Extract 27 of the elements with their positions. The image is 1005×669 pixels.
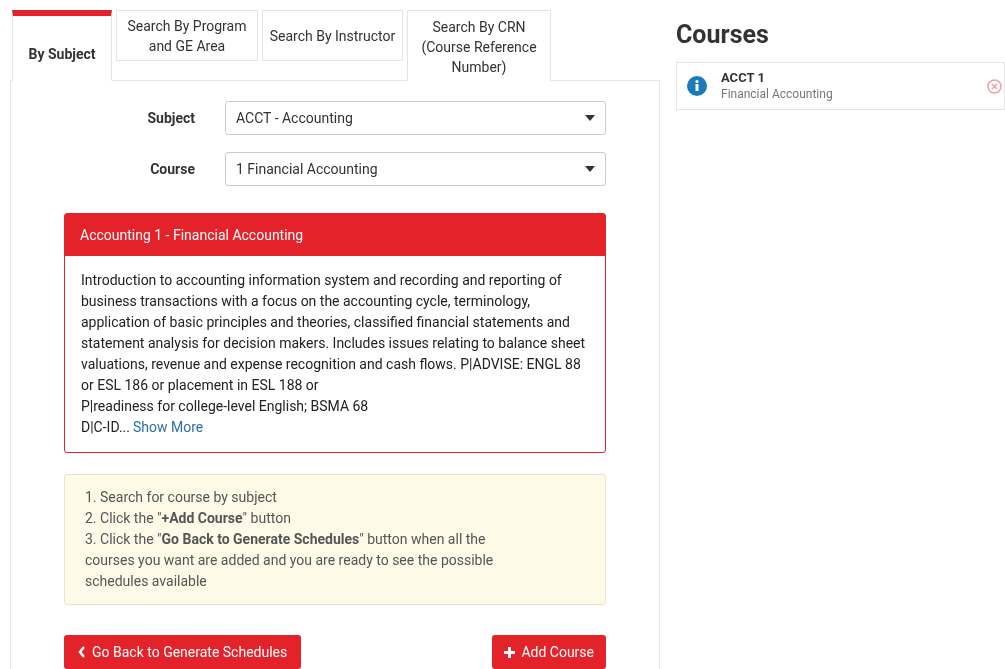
description-text: D|C-ID... xyxy=(81,418,130,437)
select-field[interactable]: ACCT - Accounting xyxy=(225,101,606,135)
tab[interactable]: Search By Program and GE Area xyxy=(116,10,258,61)
field-label: Subject xyxy=(146,108,196,128)
remove-icon[interactable] xyxy=(987,78,1002,94)
show-more-link[interactable]: Show More xyxy=(132,417,204,438)
description-text: Introduction to accounting information system and recording and reporting of business transactions with a focus on the accounting cycle, terminology, application of basic principles and theories, classified financial statements and statement analysis for decision makers. Includes issues relating to balance sheet valuations, revenue and expense recognition and cash flows. P|ADVISE: ENGL 88 or ESL 186 or placement in ESL 188 or xyxy=(81,271,587,395)
instruction-text: 1. Search for course by subject xyxy=(85,488,278,507)
instruction-text: 3. Click the "Go Back to Generate Schedules" button when all the courses you want are added and you are ready to see the possible schedules available xyxy=(85,530,495,591)
caret-icon xyxy=(585,166,595,172)
tab[interactable]: Search By CRN (Course Reference Number) xyxy=(407,10,551,81)
plus-icon xyxy=(504,646,516,658)
add-course-button[interactable]: Add Course xyxy=(492,635,606,669)
field-label: Course xyxy=(149,159,196,179)
select-field[interactable]: 1 Financial Accounting xyxy=(225,152,606,186)
course-code: ACCT 1 xyxy=(721,70,766,86)
caret-icon xyxy=(585,115,595,121)
chevron-left-icon xyxy=(78,646,86,658)
instruction-text: 2. Click the "+Add Course" button xyxy=(85,509,292,528)
tab[interactable]: Search By Instructor xyxy=(262,10,403,61)
course-name: Financial Accounting xyxy=(721,86,834,102)
description-text: P|readiness for college-level English; BSMA 68 xyxy=(81,397,370,416)
card-header: Accounting 1 - Financial Accounting xyxy=(65,214,605,256)
tab[interactable]: By Subject xyxy=(12,10,112,81)
go-back-button[interactable]: Go Back to Generate Schedules xyxy=(64,635,302,669)
courses-heading: Courses xyxy=(676,19,770,51)
info-icon xyxy=(687,76,707,96)
